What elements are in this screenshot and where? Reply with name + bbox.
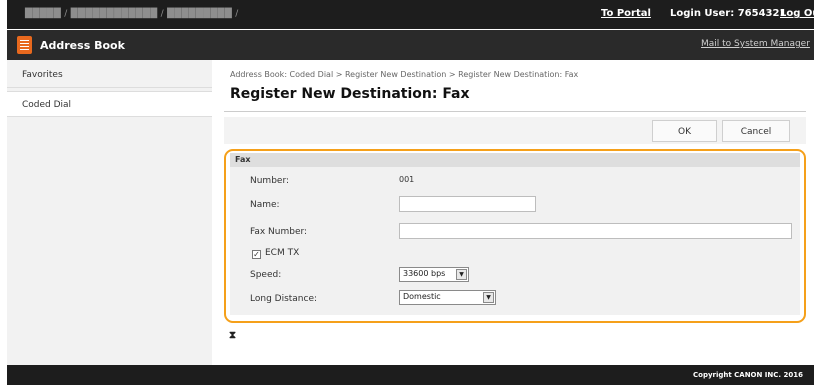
top-breadcrumb: █████ / ████████████ / █████████ /	[25, 9, 239, 19]
sidebar: Favorites Coded Dial	[7, 60, 213, 365]
sidebar-item-coded-dial[interactable]: Coded Dial	[7, 91, 212, 117]
title-divider	[224, 111, 806, 112]
sidebar-item-favorites[interactable]: Favorites	[7, 62, 212, 88]
app-header: Address Book Mail to System Manager	[7, 30, 814, 60]
to-portal-link[interactable]: To Portal	[601, 8, 651, 19]
top-bar: █████ / ████████████ / █████████ / To Po…	[7, 0, 814, 29]
copyright-text: Copyright CANON INC. 2016	[693, 371, 803, 379]
app-title: Address Book	[40, 39, 125, 52]
fax-highlight-frame	[224, 149, 806, 323]
address-book-icon	[17, 36, 32, 54]
button-row	[224, 117, 806, 144]
mail-to-system-manager-link[interactable]: Mail to System Manager	[701, 39, 810, 49]
cancel-button[interactable]: Cancel	[722, 120, 790, 142]
ok-button[interactable]: OK	[652, 120, 717, 142]
login-user-label: Login User: 7654321	[670, 8, 787, 19]
footer: Copyright CANON INC. 2016	[7, 365, 814, 385]
main-content: Address Book: Coded Dial > Register New …	[212, 60, 814, 365]
sort-icon[interactable]: ⧗	[229, 330, 236, 341]
page-title: Register New Destination: Fax	[230, 86, 470, 102]
breadcrumb: Address Book: Coded Dial > Register New …	[230, 70, 579, 79]
log-out-link[interactable]: Log Out	[780, 8, 814, 19]
